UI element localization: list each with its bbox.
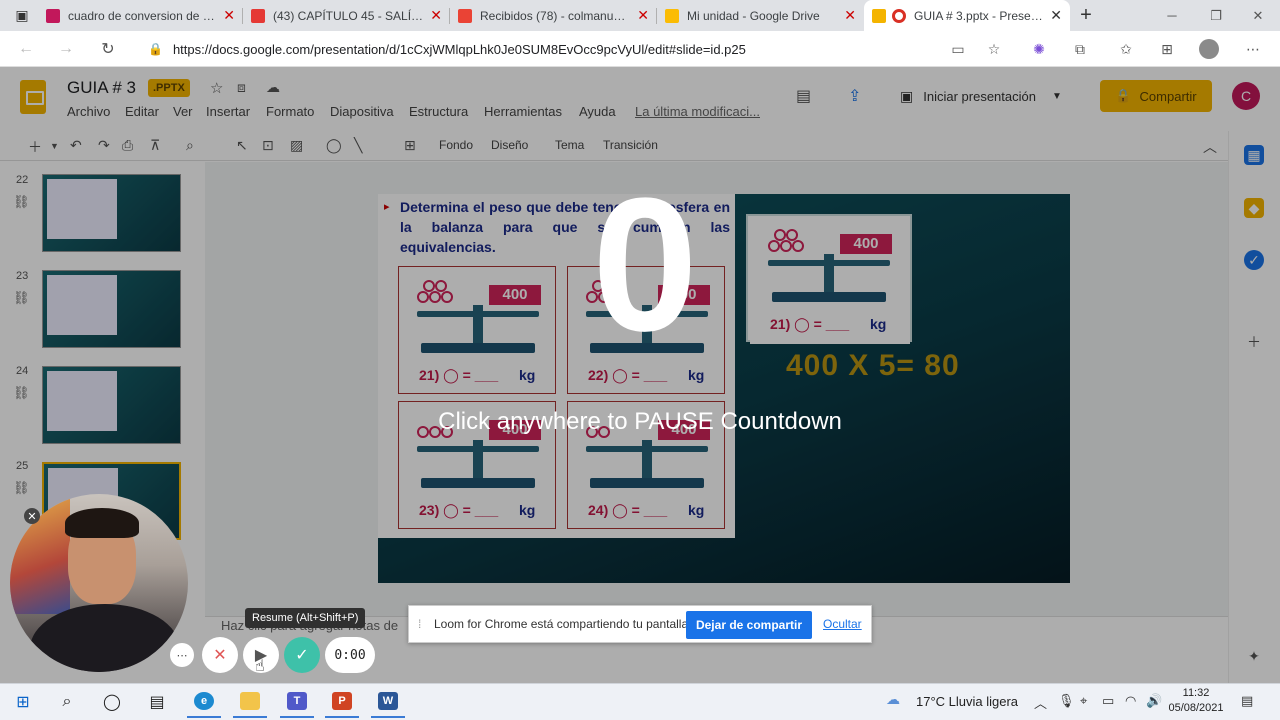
minimize-icon[interactable]: ─ [1150, 0, 1194, 31]
favorite-star-icon[interactable]: ☆ [984, 39, 1004, 59]
share-message: Loom for Chrome está compartiendo tu pan… [434, 617, 692, 631]
close-window-icon[interactable]: ✕ [1236, 0, 1280, 31]
recording-icon [892, 8, 906, 23]
close-tab-icon[interactable]: ✕ [844, 7, 856, 24]
browser-tab[interactable]: cuadro de conversion de unid ✕ [38, 0, 243, 31]
restore-icon[interactable]: ❐ [1194, 0, 1238, 31]
powerpoint-icon[interactable]: P [325, 686, 359, 718]
close-tab-icon[interactable]: ✕ [223, 7, 235, 24]
profile-avatar[interactable] [1199, 39, 1219, 59]
countdown-number: 0 [592, 159, 698, 371]
lock-icon: 🔒 [148, 42, 163, 56]
screen-share-bar: ⁞ Loom for Chrome está compartiendo tu p… [408, 605, 872, 643]
collections-icon[interactable]: ⊞ [1157, 39, 1177, 59]
browser-tab[interactable]: (43) CAPÍTULO 45 - SALÍ DE M ✕ [243, 0, 450, 31]
stop-sharing-button[interactable]: Dejar de compartir [686, 611, 812, 639]
favorites-icon[interactable]: ✩ [1116, 39, 1136, 59]
word-icon[interactable]: W [371, 686, 405, 718]
tab-title: GUIA # 3.pptx - Presentac [914, 8, 1045, 23]
finish-recording-icon[interactable]: ✓ [284, 637, 320, 673]
tab-title: Recibidos (78) - colmanuelita [480, 8, 632, 23]
resume-tooltip: Resume (Alt+Shift+P) [245, 608, 366, 628]
forward-icon[interactable]: → [54, 37, 78, 61]
more-options-icon[interactable]: ⋯ [170, 643, 194, 667]
clock-time: 11:32 [1182, 687, 1210, 699]
location-icon[interactable]: ⌖ [1080, 693, 1087, 709]
weather-text[interactable]: 17°C Lluvia ligera [916, 694, 1018, 709]
tab-title: Mi unidad - Google Drive [687, 8, 820, 23]
edge-icon[interactable]: e [187, 686, 221, 718]
browser-tab[interactable]: Recibidos (78) - colmanuelita ✕ [450, 0, 657, 31]
notifications-icon[interactable]: ▤ [1241, 693, 1253, 709]
extensions-icon[interactable]: ⧉ [1070, 39, 1090, 59]
browser-tab-active[interactable]: GUIA # 3.pptx - Presentac ✕ [864, 0, 1070, 31]
drive-icon [665, 8, 679, 23]
task-view-icon[interactable]: ▤ [140, 686, 174, 718]
youtube-icon [251, 8, 265, 23]
gmail-icon [458, 8, 472, 23]
close-tab-icon[interactable]: ✕ [637, 7, 649, 24]
hide-link[interactable]: Ocultar [823, 617, 862, 631]
recording-timer: 0:00 [325, 637, 375, 673]
weather-icon: ☁ [886, 691, 900, 707]
tab-title: (43) CAPÍTULO 45 - SALÍ DE M [273, 8, 424, 23]
close-tab-icon[interactable]: ✕ [1050, 7, 1062, 24]
tab-actions-icon[interactable]: ▣ [6, 0, 38, 31]
browser-tab-strip: ▣ cuadro de conversion de unid ✕ (43) CA… [0, 0, 1280, 31]
file-explorer-icon[interactable] [233, 686, 267, 718]
url-text: https://docs.google.com/presentation/d/1… [172, 41, 746, 57]
pause-countdown-message[interactable]: Click anywhere to PAUSE Countdown [340, 408, 940, 436]
browser-tab[interactable]: Mi unidad - Google Drive ✕ [657, 0, 864, 31]
volume-icon[interactable]: 🔊 [1146, 693, 1162, 709]
clock[interactable]: 11:32 05/08/2021 [1166, 686, 1226, 716]
microphone-icon[interactable]: 🎙 [1058, 693, 1075, 709]
back-icon[interactable]: ← [14, 37, 38, 61]
search-icon[interactable]: ⌕ [50, 686, 84, 718]
mouse-cursor: ☝ [255, 658, 265, 675]
wifi-icon[interactable]: ◠ [1125, 693, 1136, 709]
close-camera-icon[interactable]: ✕ [24, 508, 40, 524]
tab-title: cuadro de conversion de unid [68, 8, 218, 23]
battery-icon[interactable]: ▭ [1102, 693, 1114, 709]
cortana-icon[interactable]: ◯ [95, 686, 129, 718]
teams-icon[interactable]: T [280, 686, 314, 718]
slides-icon [872, 8, 886, 23]
camera-icon[interactable]: ▭ [948, 39, 968, 59]
address-toolbar: ← → ↻ 🔒 https://docs.google.com/presenta… [0, 31, 1280, 67]
chevron-up-icon[interactable]: ︿ [1034, 693, 1047, 712]
drag-handle-icon[interactable]: ⁞ [418, 617, 421, 631]
loom-extension-icon[interactable]: ✺ [1029, 39, 1049, 59]
reload-icon[interactable]: ↻ [96, 37, 120, 61]
clock-date: 05/08/2021 [1168, 702, 1224, 714]
tab-favicon [46, 8, 60, 23]
start-icon[interactable]: ⊞ [6, 686, 40, 718]
close-tab-icon[interactable]: ✕ [430, 7, 442, 24]
more-menu-icon[interactable]: ⋯ [1243, 39, 1263, 59]
address-bar[interactable]: 🔒 https://docs.google.com/presentation/d… [138, 35, 1018, 63]
new-tab-button[interactable]: + [1070, 0, 1102, 31]
cancel-recording-icon[interactable]: ✕ [202, 637, 238, 673]
